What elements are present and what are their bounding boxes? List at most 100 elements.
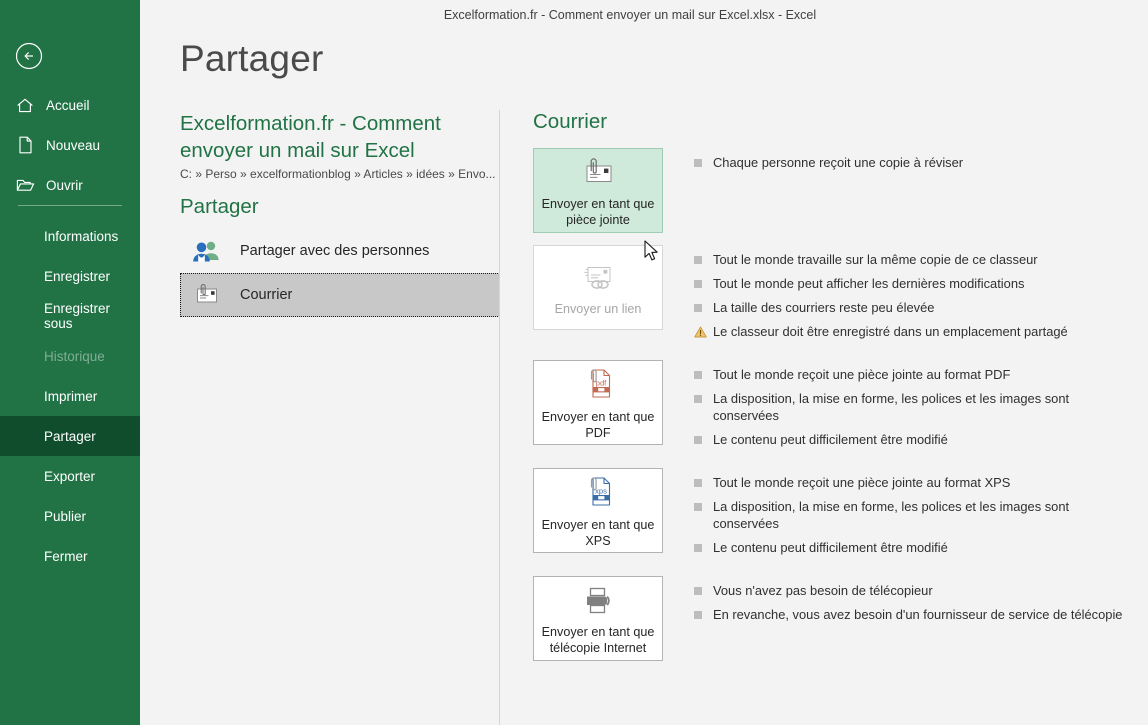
tile-label: Envoyer en tant que XPS xyxy=(541,517,655,548)
list-item: Tout le monde travaille sur la même copi… xyxy=(694,251,1133,268)
benefit-text: Tout le monde peut afficher les dernière… xyxy=(713,276,1025,291)
benefit-text: Tout le monde travaille sur la même copi… xyxy=(713,252,1038,267)
bullet-square-icon xyxy=(694,304,702,312)
mail-section-heading: Courrier xyxy=(533,110,608,133)
sidebar-item-partager[interactable]: Partager xyxy=(0,416,140,456)
list-item: La taille des courriers reste peu élevée xyxy=(694,299,1133,316)
new-document-icon xyxy=(14,135,36,155)
mail-attachment-icon xyxy=(190,280,224,310)
bullet-square-icon xyxy=(694,479,702,487)
home-icon xyxy=(14,95,36,115)
mail-group: pdf Envoyer en tant que PDF Tout le mond… xyxy=(533,360,1133,455)
benefit-text: Le contenu peut difficilement être modif… xyxy=(713,540,948,555)
sidebar-item-label: Publier xyxy=(44,508,87,524)
mail-panel: Courrier Envoyer en tant que pièce joint… xyxy=(533,110,1133,671)
bullet-square-icon xyxy=(694,280,702,288)
mail-benefit-list: Tout le monde reçoit une pièce jointe au… xyxy=(663,360,1133,455)
back-arrow-icon[interactable] xyxy=(13,40,45,72)
sidebar-item-ouvrir[interactable]: Ouvrir xyxy=(0,165,140,205)
list-item: Le contenu peut difficilement être modif… xyxy=(694,539,1133,556)
sidebar-item-imprimer[interactable]: Imprimer xyxy=(0,376,140,416)
share-option-partager-avec-des-personnes[interactable]: Partager avec des personnes xyxy=(180,229,500,273)
tile-label: Envoyer en tant que PDF xyxy=(541,409,655,440)
send-as-internet-fax-button[interactable]: Envoyer en tant que télécopie Internet xyxy=(533,576,663,661)
open-folder-icon xyxy=(14,175,36,195)
sidebar-item-publier[interactable]: Publier xyxy=(0,496,140,536)
sidebar-item-label: Ouvrir xyxy=(46,177,83,193)
sidebar-top-group: Accueil Nouveau Ouvrir xyxy=(0,85,140,205)
list-item: Chaque personne reçoit une copie à révis… xyxy=(694,154,1133,171)
sidebar-item-historique: Historique xyxy=(0,336,140,376)
send-as-xps-button[interactable]: xps Envoyer en tant que XPS xyxy=(533,468,663,553)
mail-link-icon xyxy=(577,260,619,293)
sidebar-item-informations[interactable]: Informations xyxy=(0,216,140,256)
share-option-label: Courrier xyxy=(240,287,293,303)
benefit-text: Tout le monde reçoit une pièce jointe au… xyxy=(713,367,1011,382)
list-item: En revanche, vous avez besoin d'un fourn… xyxy=(694,606,1133,623)
sidebar-item-label: Exporter xyxy=(44,468,96,484)
benefit-text: Le classeur doit être enregistré dans un… xyxy=(713,324,1068,339)
page-title: Partager xyxy=(180,38,324,79)
share-option-label: Partager avec des personnes xyxy=(240,243,430,259)
sidebar-item-enregistrer[interactable]: Enregistrer xyxy=(0,256,140,296)
list-item: Le contenu peut difficilement être modif… xyxy=(694,431,1133,448)
sidebar-item-label: Accueil xyxy=(46,97,90,113)
send-as-attachment-button[interactable]: Envoyer en tant que pièce jointe xyxy=(533,148,663,233)
mail-group: Envoyer en tant que télécopie Internet V… xyxy=(533,576,1133,661)
share-option-list: Partager avec des personnes Courrier xyxy=(180,229,500,317)
mail-group: xps Envoyer en tant que XPS Tout le mond… xyxy=(533,468,1133,563)
bullet-square-icon xyxy=(694,611,702,619)
list-item: Tout le monde peut afficher les dernière… xyxy=(694,275,1133,292)
sidebar-item-label: Fermer xyxy=(44,548,88,564)
tile-label: Envoyer en tant que télécopie Internet xyxy=(541,624,655,655)
sidebar-menu: Informations Enregistrer Enregistrer sou… xyxy=(0,216,140,576)
list-item: La disposition, la mise en forme, les po… xyxy=(694,498,1133,532)
sidebar-item-label: Enregistrer xyxy=(44,268,111,284)
mail-group: Envoyer en tant que pièce jointe Chaque … xyxy=(533,148,1133,233)
title-bar: Excelformation.fr - Comment envoyer un m… xyxy=(140,0,1148,30)
people-share-icon xyxy=(190,236,224,266)
bullet-square-icon xyxy=(694,436,702,444)
list-item: Tout le monde reçoit une pièce jointe au… xyxy=(694,366,1133,383)
bullet-square-icon xyxy=(694,544,702,552)
sidebar-divider xyxy=(18,205,122,206)
mail-benefit-list: Chaque personne reçoit une copie à révis… xyxy=(663,148,1133,233)
share-option-courrier[interactable]: Courrier xyxy=(180,273,500,317)
sidebar-item-label: Informations xyxy=(44,228,119,244)
list-item: La disposition, la mise en forme, les po… xyxy=(694,390,1133,424)
sidebar-item-accueil[interactable]: Accueil xyxy=(0,85,140,125)
list-item: Vous n'avez pas besoin de télécopieur xyxy=(694,582,1133,599)
sidebar-item-label: Partager xyxy=(44,428,96,444)
mail-benefit-list: Tout le monde travaille sur la même copi… xyxy=(663,245,1133,347)
benefit-text: La disposition, la mise en forme, les po… xyxy=(713,499,1070,531)
backstage-sidebar: Accueil Nouveau Ouvrir Informations Enre… xyxy=(0,0,140,725)
pdf-attachment-icon: pdf xyxy=(580,367,616,401)
sidebar-item-label: Historique xyxy=(44,348,105,364)
bullet-square-icon xyxy=(694,503,702,511)
document-title: Excelformation.fr - Comment envoyer un m… xyxy=(180,112,441,162)
send-as-pdf-button[interactable]: pdf Envoyer en tant que PDF xyxy=(533,360,663,445)
sidebar-item-exporter[interactable]: Exporter xyxy=(0,456,140,496)
sidebar-item-nouveau[interactable]: Nouveau xyxy=(0,125,140,165)
svg-text:xps: xps xyxy=(595,486,607,495)
sidebar-item-label: Imprimer xyxy=(44,388,98,404)
sidebar-item-fermer[interactable]: Fermer xyxy=(0,536,140,576)
benefit-text: La taille des courriers reste peu élevée xyxy=(713,300,935,315)
benefit-text: Chaque personne reçoit une copie à révis… xyxy=(713,155,964,170)
tile-label: Envoyer un lien xyxy=(554,302,642,316)
send-link-button: Envoyer un lien xyxy=(533,245,663,330)
mail-attachment-icon xyxy=(578,156,618,188)
bullet-square-icon xyxy=(694,395,702,403)
bullet-square-icon xyxy=(694,587,702,595)
share-section-heading: Partager xyxy=(180,195,259,218)
document-path: C: » Perso » excelformationblog » Articl… xyxy=(180,167,496,181)
sidebar-item-label: Enregistrer sous xyxy=(44,301,111,331)
warning-icon xyxy=(694,326,707,338)
bullet-square-icon xyxy=(694,371,702,379)
panel-divider xyxy=(499,110,500,725)
sidebar-item-label: Nouveau xyxy=(46,137,101,153)
sidebar-item-enregistrer-sous[interactable]: Enregistrer sous xyxy=(0,296,140,336)
tile-label: Envoyer en tant que pièce jointe xyxy=(541,196,655,227)
share-panel: Excelformation.fr - Comment envoyer un m… xyxy=(180,110,500,317)
mail-benefit-list: Vous n'avez pas besoin de télécopieur En… xyxy=(663,576,1133,661)
